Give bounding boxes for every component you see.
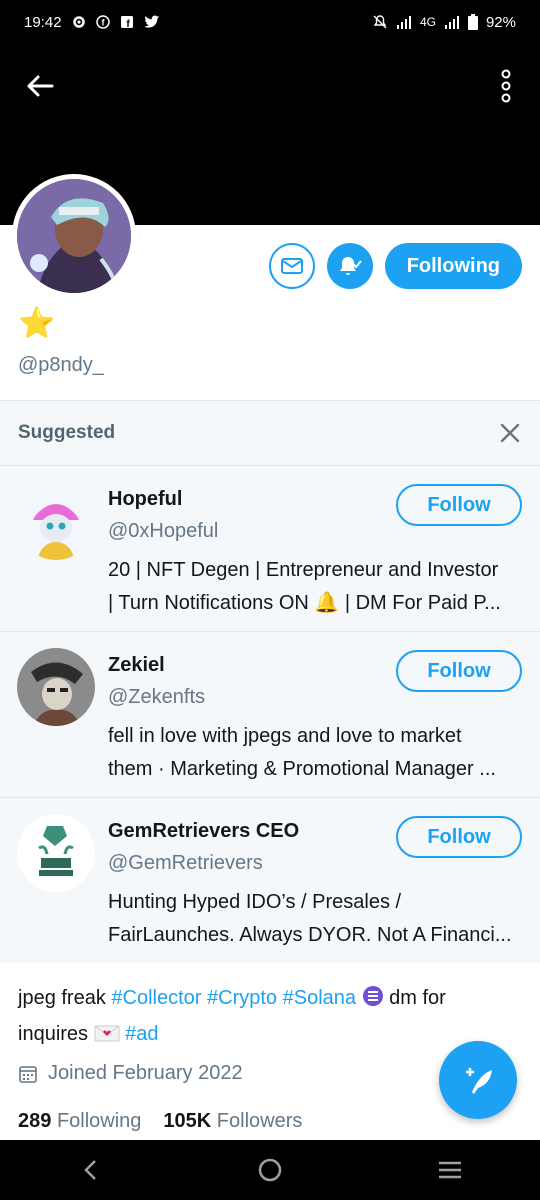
- close-suggested-button[interactable]: [498, 421, 522, 445]
- status-time: 19:42: [24, 13, 62, 31]
- profile-actions: Following: [268, 243, 522, 289]
- solana-icon: [362, 985, 384, 1018]
- back-button[interactable]: [22, 68, 58, 104]
- signal-icon-2: [444, 15, 460, 29]
- system-nav-bar: [0, 1140, 540, 1200]
- avatar-image: [17, 179, 131, 293]
- bio-line: 20 | NFT Degen | Entrepreneur and Invest…: [108, 559, 499, 581]
- home-circle-icon: [258, 1158, 282, 1182]
- arrow-left-icon: [27, 75, 54, 97]
- bio-line: Hunting Hyped IDO’s / Presales /: [108, 891, 402, 913]
- avatar[interactable]: [17, 648, 95, 726]
- joined-date: Joined February 2022: [18, 1062, 243, 1085]
- following-button[interactable]: Following: [384, 243, 522, 289]
- suggested-user[interactable]: Zekiel @Zekenfts fell in love with jpegs…: [0, 632, 540, 798]
- following-label: Following: [56, 1110, 142, 1132]
- profile-bio: jpeg freak #Collector #Crypto #Solana dm…: [18, 982, 518, 1054]
- twitter-icon: [143, 15, 160, 29]
- hashtag-link[interactable]: #Solana: [283, 987, 356, 1009]
- following-count: 289: [18, 1110, 52, 1132]
- suggested-panel: Suggested Hopeful @0xHopeful 20 | NFT De…: [0, 400, 540, 963]
- profile-handle: @p8ndy_: [18, 354, 104, 376]
- mail-icon: [280, 258, 303, 274]
- suggested-user-handle: @GemRetrievers: [108, 852, 263, 874]
- suggested-header: Suggested: [0, 401, 540, 466]
- mute-icon: [372, 14, 388, 30]
- follow-button[interactable]: Follow: [396, 650, 522, 692]
- svg-text:f: f: [101, 18, 105, 28]
- bio-line: them · Marketing & Promotional Manager .…: [108, 758, 496, 780]
- love-letter-icon: [94, 1021, 120, 1054]
- battery-icon: [467, 14, 478, 30]
- calendar-icon: [19, 1065, 37, 1083]
- compose-tweet-button[interactable]: [439, 1041, 517, 1119]
- hashtag-link[interactable]: #ad: [125, 1023, 158, 1045]
- network-type: 4G: [419, 15, 436, 29]
- message-button[interactable]: [268, 243, 315, 289]
- bio-line: FairLaunches. Always DYOR. Not A Financi…: [108, 924, 512, 946]
- signal-icon: [396, 15, 412, 29]
- hashtag-link[interactable]: #Collector: [111, 987, 201, 1009]
- suggested-user-bio: fell in love with jpegs and love to mark…: [108, 720, 528, 786]
- hashtag-link[interactable]: #Crypto: [207, 987, 277, 1009]
- suggested-user-name[interactable]: Hopeful: [108, 488, 182, 511]
- avatar[interactable]: [17, 482, 95, 560]
- avatar[interactable]: [17, 814, 95, 892]
- following-stat[interactable]: 289 Following: [18, 1110, 141, 1133]
- followers-label: Followers: [216, 1110, 303, 1132]
- follow-button[interactable]: Follow: [396, 484, 522, 526]
- nav-back-button[interactable]: [60, 1140, 120, 1200]
- followers-count: 105K: [163, 1110, 212, 1132]
- follow-button[interactable]: Follow: [396, 816, 522, 858]
- bio-text: jpeg freak: [18, 987, 106, 1009]
- suggested-user[interactable]: GemRetrievers CEO @GemRetrievers Hunting…: [0, 798, 540, 964]
- suggested-user[interactable]: Hopeful @0xHopeful 20 | NFT Degen | Entr…: [0, 466, 540, 632]
- compose-feather-icon: [466, 1068, 492, 1094]
- followers-stat[interactable]: 105K Followers: [163, 1110, 302, 1133]
- follow-stats: 289 Following 105K Followers: [18, 1110, 302, 1133]
- bell-check-icon: [339, 257, 362, 275]
- suggested-user-bio: 20 | NFT Degen | Entrepreneur and Invest…: [108, 554, 528, 620]
- more-options-button[interactable]: [496, 66, 516, 106]
- nav-recents-button[interactable]: [420, 1140, 480, 1200]
- menu-lines-icon: [439, 1161, 461, 1179]
- suggested-user-name[interactable]: Zekiel: [108, 654, 165, 677]
- notifications-button[interactable]: [326, 243, 373, 289]
- facebook-messenger-icon: f: [95, 15, 110, 29]
- more-vertical-icon: [501, 69, 511, 103]
- suggested-user-handle: @0xHopeful: [108, 520, 219, 542]
- battery-percent: 92%: [485, 13, 516, 31]
- facebook-icon: f: [120, 15, 134, 29]
- suggested-title: Suggested: [18, 422, 116, 443]
- avatar[interactable]: [12, 174, 136, 298]
- suggested-user-name[interactable]: GemRetrievers CEO: [108, 820, 299, 843]
- chevron-left-icon: [84, 1160, 96, 1180]
- joined-text: Joined February 2022: [48, 1062, 243, 1084]
- nav-home-button[interactable]: [240, 1140, 300, 1200]
- bio-line: | Turn Notifications ON 🔔 | DM For Paid …: [108, 592, 501, 614]
- bio-line: fell in love with jpegs and love to mark…: [108, 725, 462, 747]
- status-bar: 19:42 f f 4G 92%: [0, 0, 540, 44]
- settings-icon: [72, 15, 86, 29]
- suggested-user-handle: @Zekenfts: [108, 686, 206, 708]
- close-icon: [500, 423, 520, 443]
- display-name-emoji: ⭐: [18, 307, 56, 340]
- suggested-user-bio: Hunting Hyped IDO’s / Presales / FairLau…: [108, 886, 528, 952]
